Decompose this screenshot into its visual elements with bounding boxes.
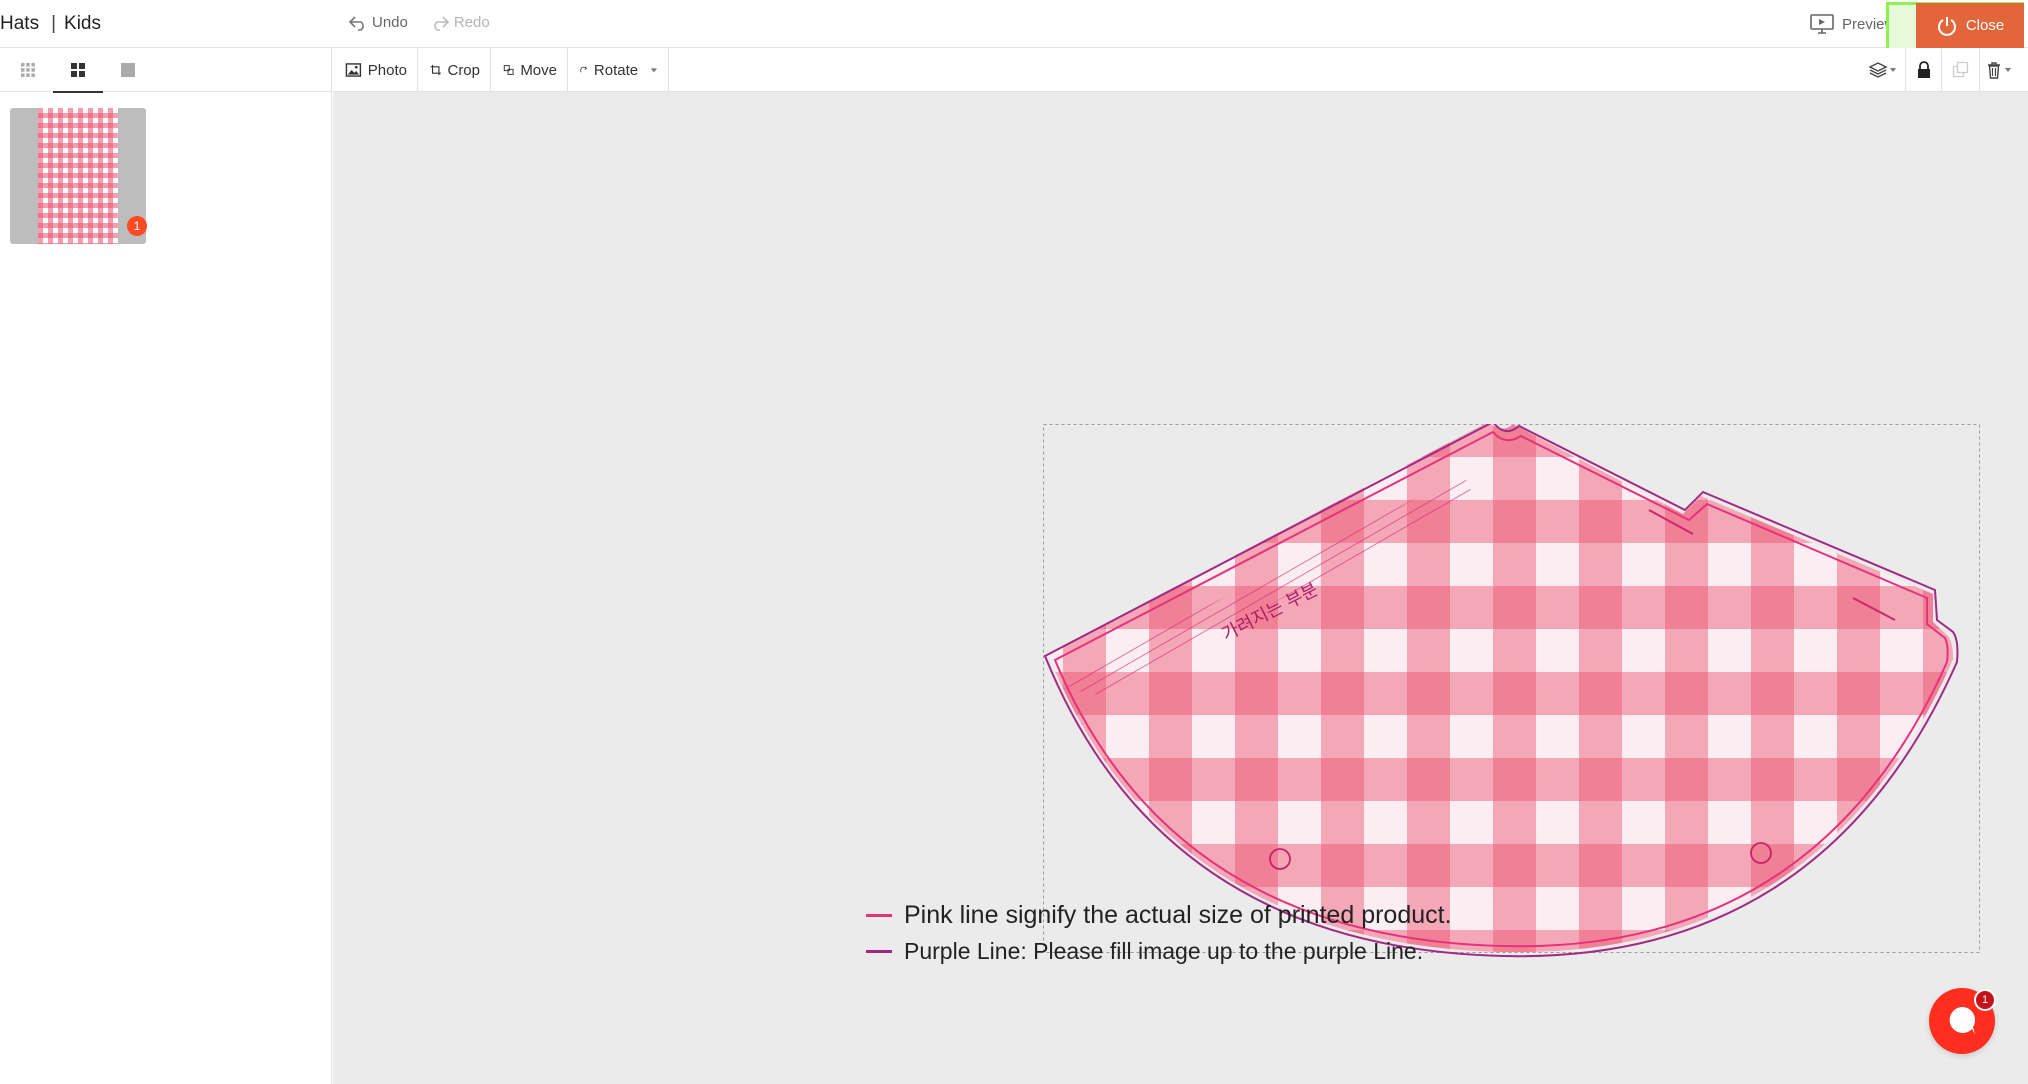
hat-template-artboard[interactable]: 가려지는 부분 <box>1043 424 1983 960</box>
lock-icon <box>1918 61 1930 78</box>
title-subcategory: Kids <box>64 13 101 34</box>
view-mode-tabs <box>0 48 332 93</box>
tab-large-view[interactable] <box>103 48 153 92</box>
photo-label: Photo <box>367 61 407 79</box>
photo-button[interactable]: Photo <box>333 48 418 92</box>
undo-label: Undo <box>372 14 408 31</box>
dropdown-caret-icon <box>650 68 658 73</box>
medium-grid-icon <box>71 63 85 77</box>
undo-button[interactable]: Undo <box>348 14 408 31</box>
layers-button[interactable] <box>1863 48 1903 92</box>
power-icon <box>1937 16 1956 36</box>
redo-button[interactable]: Redo <box>430 14 490 31</box>
undo-icon <box>348 15 364 31</box>
title-category: Hats <box>0 13 40 34</box>
redo-label: Redo <box>453 14 490 31</box>
move-label: Move <box>520 61 557 79</box>
crop-label: Crop <box>447 61 480 79</box>
page-title: Hats | Kids <box>0 13 101 35</box>
legend-pink-text: Pink line signify the actual size of pri… <box>904 900 1452 929</box>
layers-icon <box>1868 62 1896 78</box>
usage-count-badge: 1 <box>127 216 147 236</box>
tab-medium-grid[interactable] <box>53 48 103 93</box>
pink-line-swatch <box>866 913 892 917</box>
lock-button[interactable] <box>1905 48 1942 92</box>
move-icon <box>503 65 514 75</box>
monitor-icon <box>1810 14 1834 34</box>
legend-purple-text: Purple Line: Please fill image up to the… <box>904 937 1424 964</box>
top-header: Hats | Kids Undo Redo Preview <box>0 0 2028 48</box>
left-panel: 1 <box>0 48 332 1084</box>
redo-icon <box>434 15 449 31</box>
tab-small-grid[interactable] <box>3 48 53 92</box>
rotate-label: Rotate <box>593 61 639 79</box>
legend: Pink line signify the actual size of pri… <box>866 897 1452 969</box>
image-icon <box>345 63 362 77</box>
history-controls: Undo Redo <box>348 14 490 31</box>
chat-bubble-icon <box>1949 1006 1976 1034</box>
delete-button[interactable] <box>1979 48 2020 92</box>
large-view-icon <box>121 63 135 77</box>
close-label: Close <box>1965 17 2005 34</box>
small-grid-icon <box>21 63 35 77</box>
move-button[interactable]: Move <box>491 48 568 92</box>
editor-canvas[interactable]: 가려지는 부분 Pink line signify the actual siz… <box>333 92 2028 1084</box>
title-separator: | <box>51 13 57 34</box>
trash-icon <box>1988 62 2011 79</box>
rotate-button[interactable]: Rotate <box>568 48 669 92</box>
photo-thumbnail[interactable]: 1 <box>10 108 147 244</box>
thumbnail-image <box>38 108 118 244</box>
crop-icon <box>430 64 441 76</box>
edit-toolbar: Photo Crop Move Rotate <box>333 48 2028 92</box>
duplicate-button[interactable] <box>1941 48 1980 92</box>
duplicate-icon <box>1952 61 1969 78</box>
purple-line-swatch <box>866 949 892 953</box>
rotate-icon <box>580 66 588 73</box>
preview-button[interactable]: Preview <box>1810 0 1895 48</box>
crop-button[interactable]: Crop <box>418 48 491 92</box>
close-button[interactable]: Close <box>1916 3 2024 48</box>
legend-row-pink: Pink line signify the actual size of pri… <box>866 897 1452 933</box>
chat-notification-badge: 1 <box>1974 989 1996 1011</box>
legend-row-purple: Purple Line: Please fill image up to the… <box>866 933 1452 969</box>
